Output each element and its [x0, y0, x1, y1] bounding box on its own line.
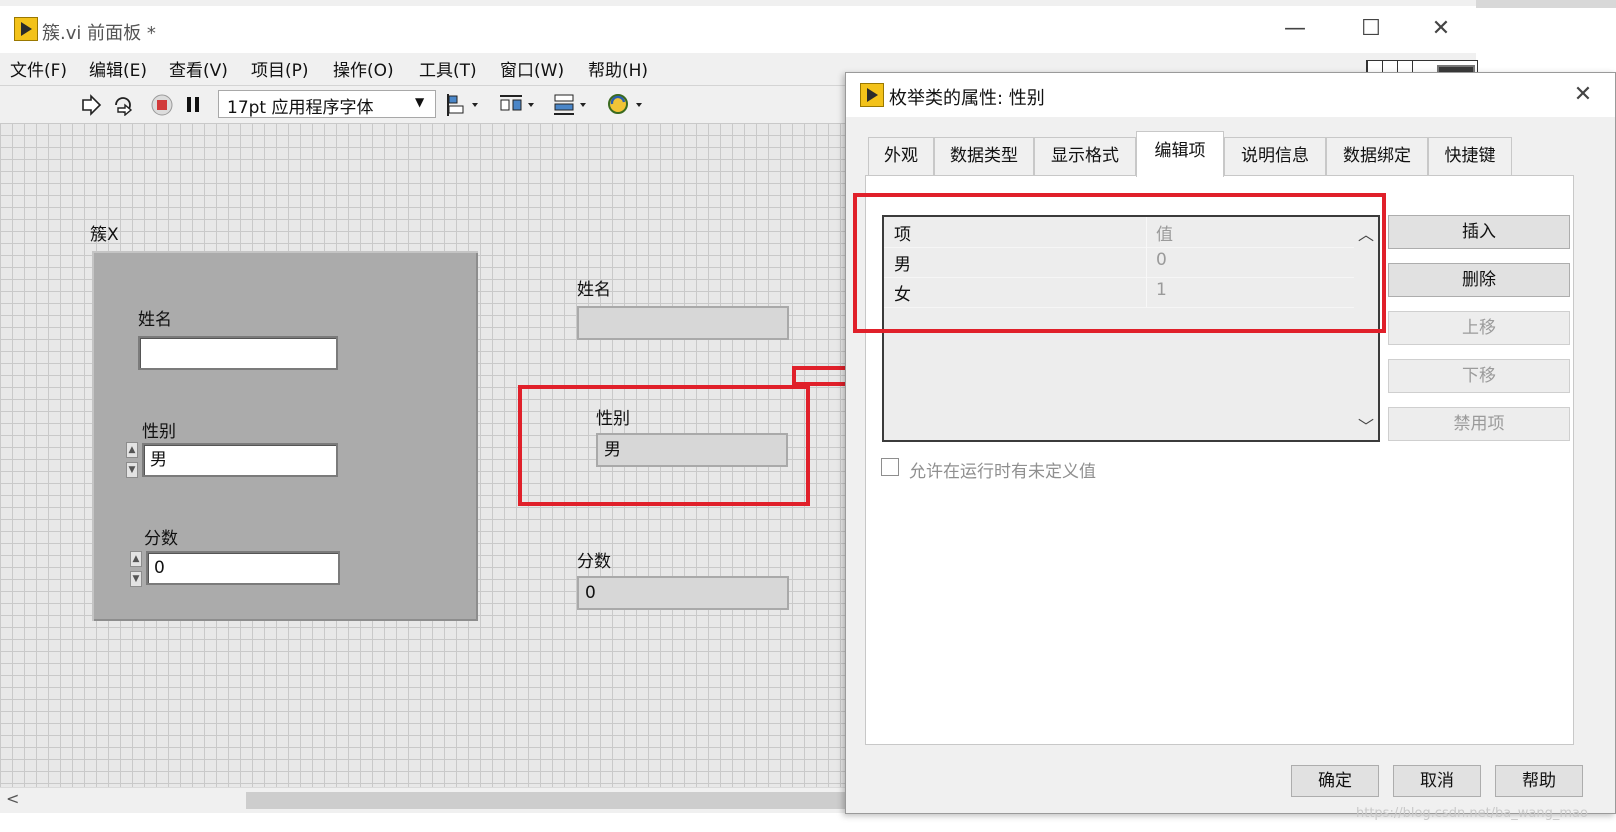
chevron-up-icon[interactable]: ▲	[126, 442, 138, 458]
enum-properties-dialog: 枚举类的属性: 性别 ✕ 外观 数据类型 显示格式 编辑项 说明信息 数据绑定 …	[845, 72, 1616, 814]
dialog-title-bar: 枚举类的属性: 性别 ✕	[846, 73, 1615, 117]
pause-icon[interactable]	[183, 94, 203, 116]
cluster-name-input[interactable]	[138, 336, 338, 370]
help-button[interactable]: 帮助	[1495, 765, 1583, 797]
allow-undefined-label: 允许在运行时有未定义值	[909, 462, 1096, 482]
chevron-left-icon[interactable]: <	[6, 789, 19, 808]
labview-vi-icon	[14, 17, 38, 41]
dialog-close-button[interactable]: ✕	[1568, 80, 1598, 110]
tab-data-type[interactable]: 数据类型	[934, 137, 1034, 175]
chevron-down-icon[interactable]: ▼	[126, 462, 138, 478]
cluster-control[interactable]: 姓名 性别 ▲ ▼ 男 分数 ▲ ▼ 0	[92, 251, 478, 621]
reorder-icon[interactable]	[606, 92, 646, 118]
gender-increment-decrement[interactable]: ▲ ▼	[124, 442, 140, 480]
cluster-gender-label: 性别	[142, 422, 176, 442]
watermark-text: https://blog.csdn.net/ba_wang_mao	[1356, 806, 1588, 821]
scrollbar-thumb[interactable]	[246, 792, 846, 809]
font-select-value: 17pt 应用程序字体	[227, 98, 374, 118]
menu-help[interactable]: 帮助(H)	[588, 56, 648, 81]
delete-button[interactable]: 删除	[1388, 263, 1570, 297]
move-up-button[interactable]: 上移	[1388, 311, 1570, 345]
chevron-down-icon[interactable]: ﹀	[1356, 413, 1376, 437]
tab-data-binding[interactable]: 数据绑定	[1326, 137, 1428, 175]
title-bar: 簇.vi 前面板 * — ☐ ✕	[0, 6, 1476, 56]
menu-window[interactable]: 窗口(W)	[500, 56, 564, 81]
dialog-title: 枚举类的属性: 性别	[889, 88, 1045, 109]
menu-tools[interactable]: 工具(T)	[419, 56, 477, 81]
insert-button[interactable]: 插入	[1388, 215, 1570, 249]
menu-view[interactable]: 查看(V)	[169, 56, 228, 81]
menu-file[interactable]: 文件(F)	[10, 56, 67, 81]
tab-display-format[interactable]: 显示格式	[1034, 137, 1136, 175]
chevron-down-icon: ▼	[415, 95, 425, 109]
run-continuously-icon[interactable]	[112, 94, 136, 116]
indicator-name-display	[577, 306, 789, 340]
align-objects-icon[interactable]	[446, 92, 482, 118]
cancel-button[interactable]: 取消	[1393, 765, 1481, 797]
tab-appearance[interactable]: 外观	[868, 137, 934, 175]
cluster-name-label: 姓名	[138, 310, 172, 330]
tab-documentation[interactable]: 说明信息	[1224, 137, 1326, 175]
maximize-button[interactable]: ☐	[1356, 14, 1386, 44]
cluster-gender-enum[interactable]: 男	[142, 443, 338, 477]
indicator-score-label: 分数	[577, 552, 611, 572]
abort-execution-icon[interactable]	[150, 93, 174, 117]
menu-project[interactable]: 项目(P)	[251, 56, 309, 81]
indicator-score-display: 0	[577, 576, 789, 610]
resize-objects-icon[interactable]	[552, 92, 592, 118]
move-down-button[interactable]: 下移	[1388, 359, 1570, 393]
allow-undefined-checkbox[interactable]	[881, 458, 899, 476]
tab-shortcuts[interactable]: 快捷键	[1428, 137, 1512, 175]
minimize-button[interactable]: —	[1280, 14, 1310, 44]
window-title: 簇.vi 前面板 *	[42, 23, 156, 44]
score-increment-decrement[interactable]: ▲ ▼	[128, 551, 144, 589]
distribute-objects-icon[interactable]	[498, 92, 538, 118]
indicator-name-label: 姓名	[577, 280, 611, 300]
disable-item-button[interactable]: 禁用项	[1388, 407, 1570, 441]
cluster-label: 簇X	[90, 225, 119, 245]
cluster-score-label: 分数	[144, 529, 178, 549]
annotation-highlight-items-table	[853, 193, 1386, 333]
ok-button[interactable]: 确定	[1291, 765, 1379, 797]
run-arrow-icon[interactable]	[80, 94, 102, 116]
font-select[interactable]: 17pt 应用程序字体 ▼	[218, 90, 436, 118]
menu-edit[interactable]: 编辑(E)	[89, 56, 147, 81]
chevron-up-icon[interactable]: ▲	[130, 551, 142, 567]
close-button[interactable]: ✕	[1426, 14, 1456, 44]
chevron-down-icon[interactable]: ▼	[130, 571, 142, 587]
menu-operate[interactable]: 操作(O)	[333, 56, 394, 81]
cluster-score-numeric[interactable]: 0	[146, 551, 340, 585]
annotation-highlight-gender-indicator	[518, 385, 810, 506]
labview-vi-icon	[860, 83, 884, 107]
tab-edit-items[interactable]: 编辑项	[1136, 131, 1224, 177]
